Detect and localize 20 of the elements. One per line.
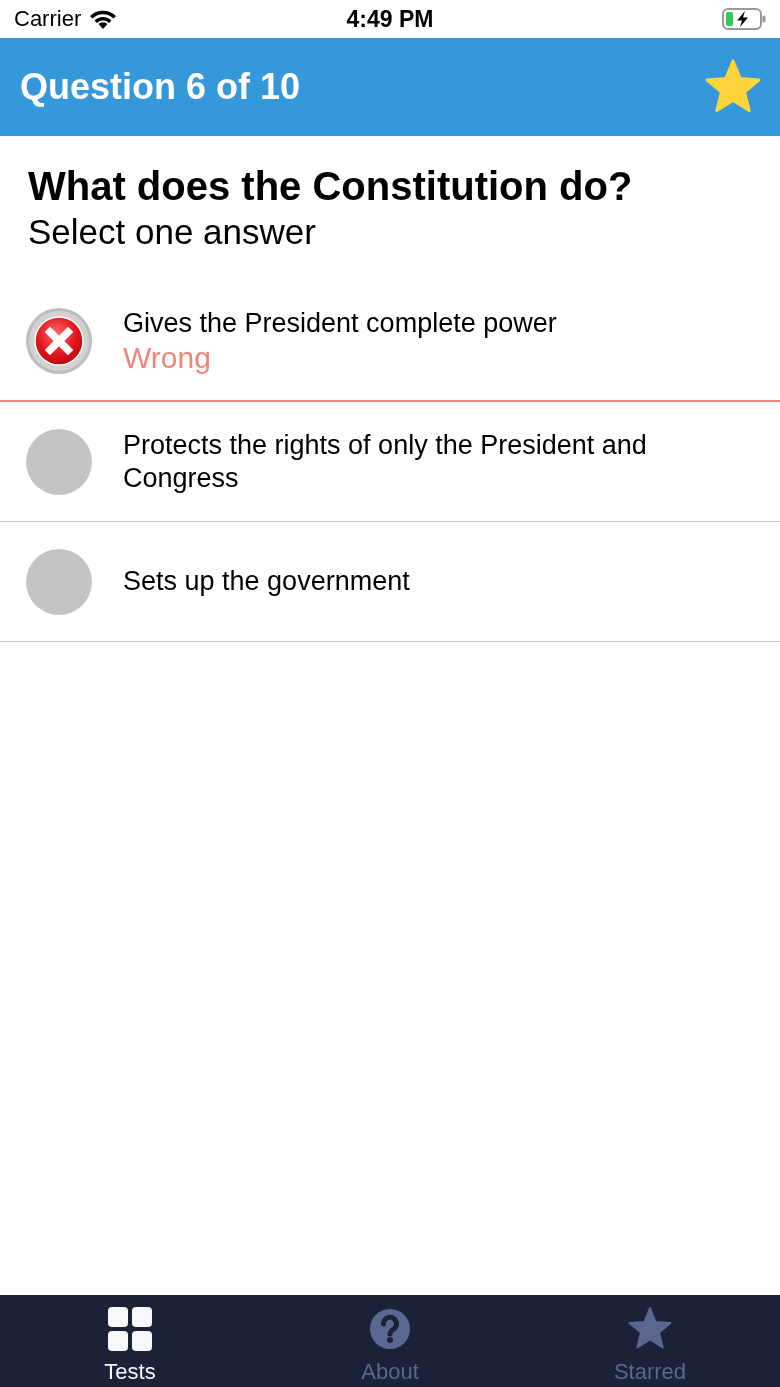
answer-option[interactable]: Gives the President complete power Wrong [0,282,780,402]
radio-circle-icon [26,428,92,495]
answer-feedback: Wrong [123,339,212,376]
help-icon [368,1307,412,1351]
carrier-name: Carrier [14,8,82,30]
answer-text: Sets up the government [123,565,410,598]
question-title: What does the Constitution do? [28,163,634,209]
question-counter: Question 6 of 10 [20,69,301,105]
grid-icon [108,1307,152,1351]
radio-circle-icon [26,548,92,615]
answer-option[interactable]: Protects the rights of only the President and Congress [0,402,780,522]
answer-text: Gives the President complete power [123,306,557,340]
clock-time: 4:49 PM [346,7,434,31]
star-icon[interactable] [704,59,762,115]
answer-text: Protects the rights of only the President and Congress [123,428,648,495]
tab-button[interactable]: Tests [0,1295,260,1387]
question-instruction: Select one answer [28,211,317,253]
answer-option[interactable]: Sets up the government [0,522,780,642]
wifi-icon [89,9,118,29]
star-icon [628,1307,672,1351]
